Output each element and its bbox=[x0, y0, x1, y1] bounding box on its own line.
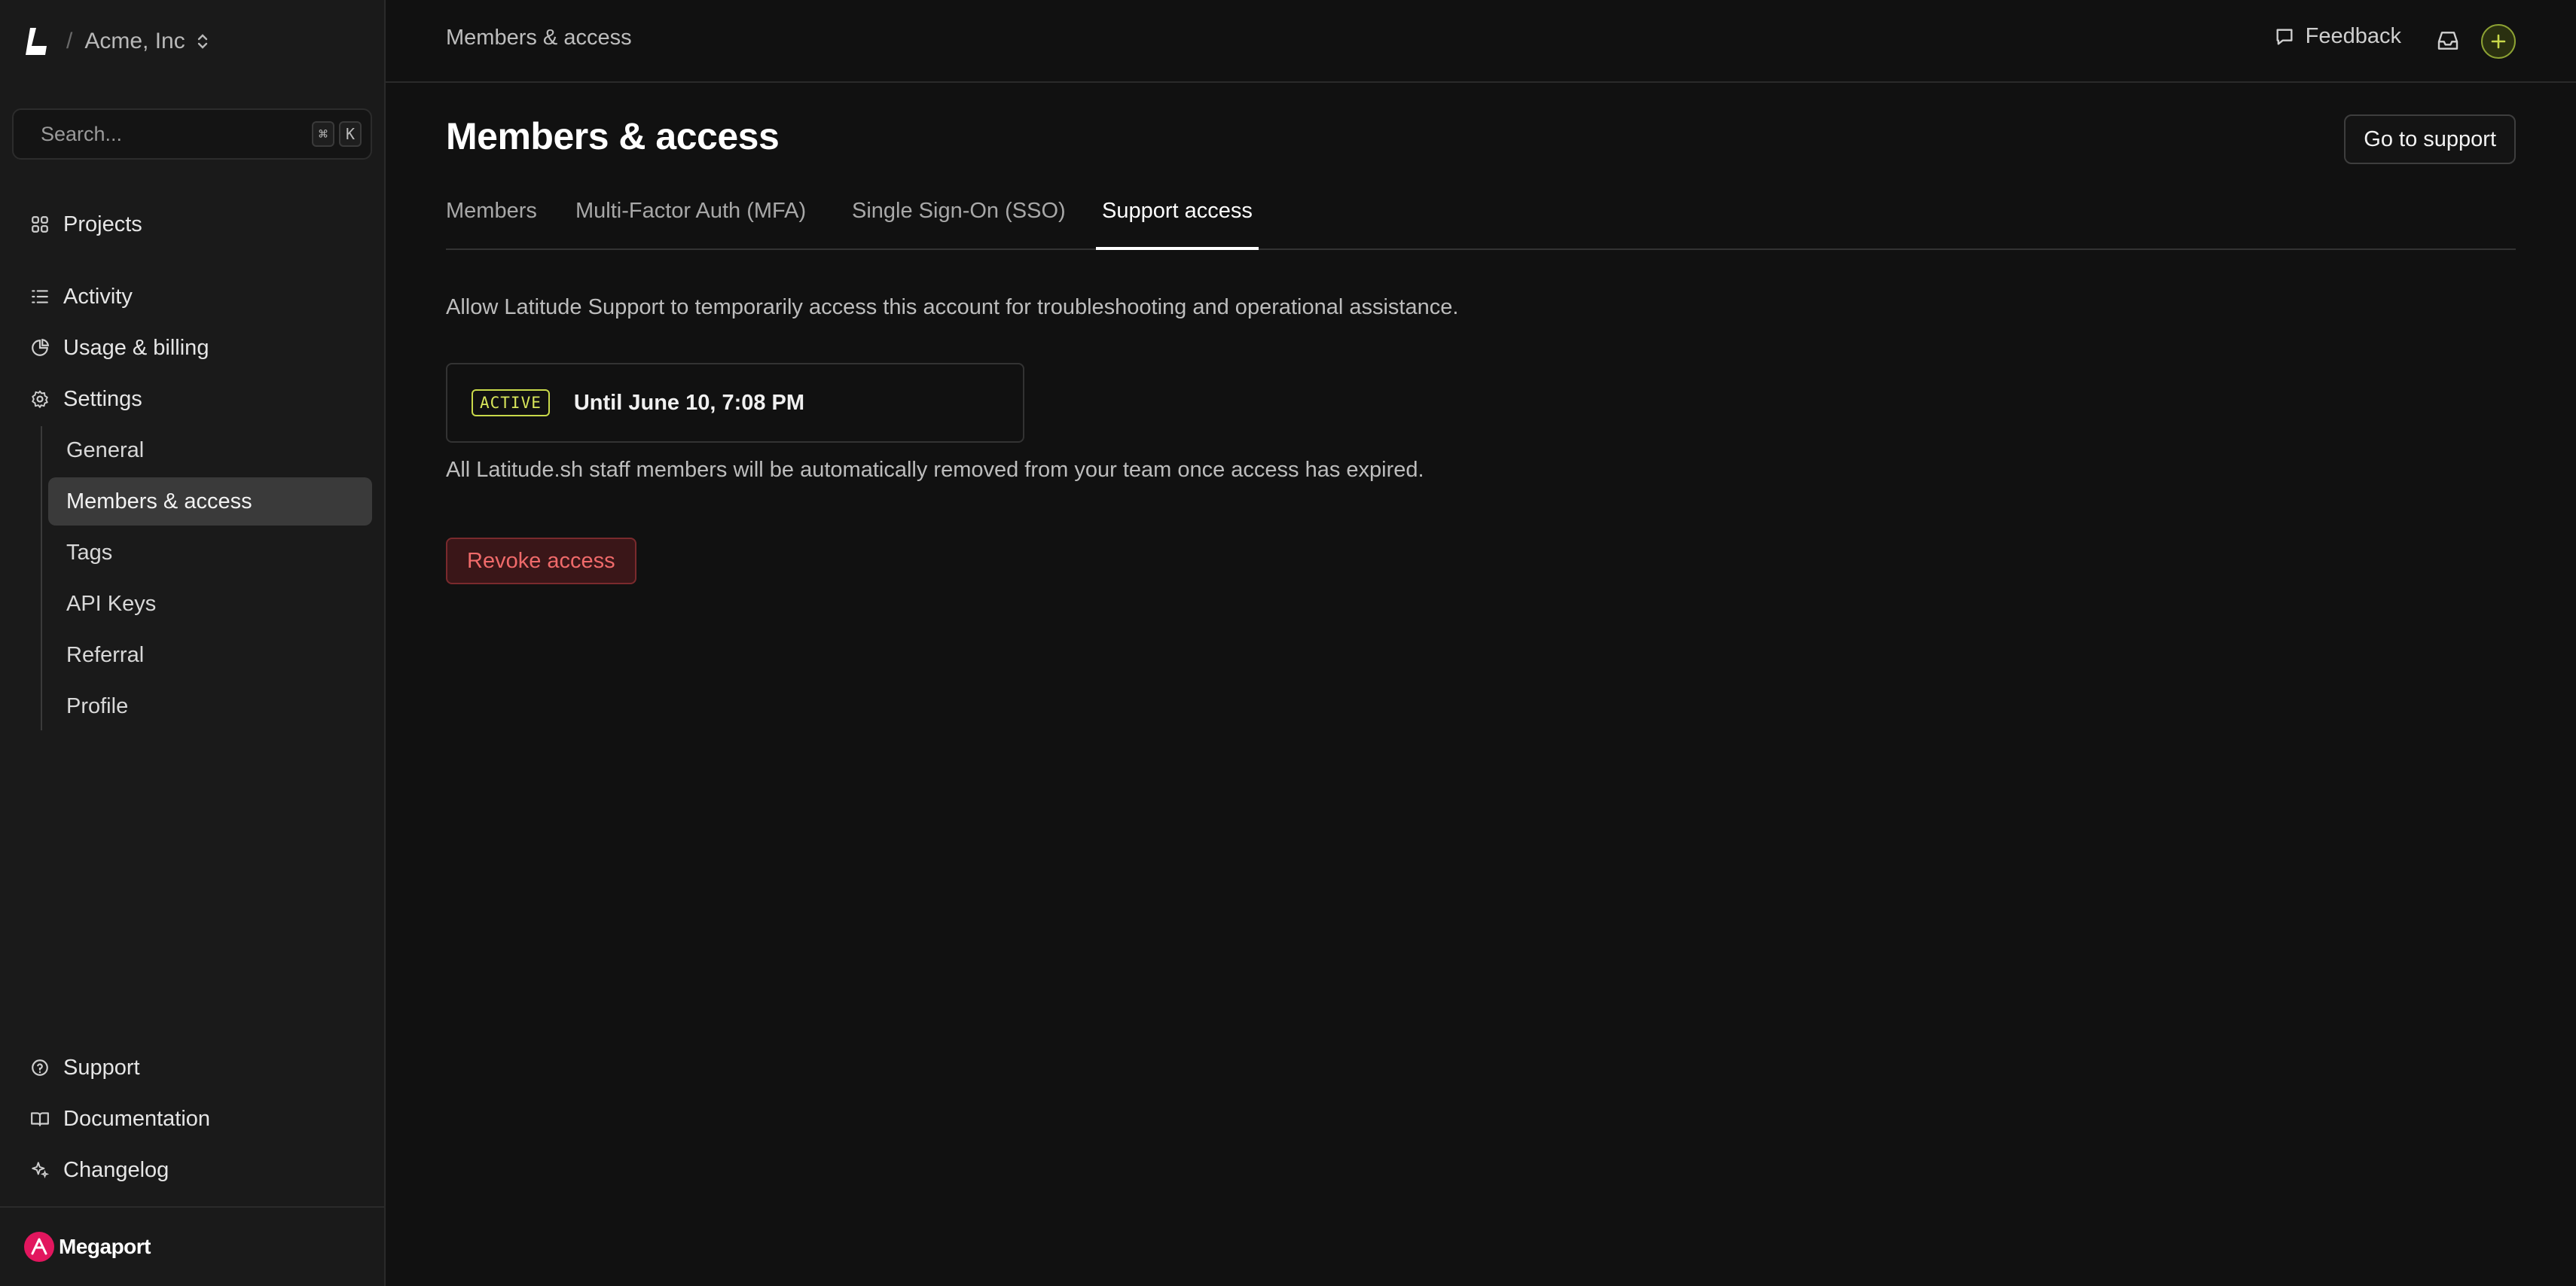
sidebar-item-changelog[interactable]: Changelog bbox=[30, 1152, 169, 1188]
sidebar-item-settings[interactable]: Settings bbox=[30, 381, 142, 417]
tab-mfa[interactable]: Multi-Factor Auth (MFA) bbox=[575, 199, 806, 250]
sidebar: / Acme, Inc ⌘ K Projects Activity bbox=[0, 0, 386, 1286]
partner-name: Megaport bbox=[59, 1235, 151, 1258]
help-circle-icon bbox=[32, 1059, 48, 1076]
sidebar-subitem-referral[interactable]: Referral bbox=[48, 631, 372, 679]
org-switcher-label[interactable]: Acme, Inc bbox=[84, 29, 185, 54]
go-to-support-button[interactable]: Go to support bbox=[2344, 114, 2516, 164]
tab-support-access[interactable]: Support access bbox=[1096, 199, 1259, 250]
sidebar-item-documentation[interactable]: Documentation bbox=[30, 1101, 210, 1137]
brand-row: / Acme, Inc bbox=[24, 23, 209, 60]
sidebar-item-label: Documentation bbox=[63, 1106, 211, 1131]
feedback-label: Feedback bbox=[2305, 24, 2401, 48]
brand-separator: / bbox=[66, 29, 73, 53]
sidebar-subitem-members-access[interactable]: Members & access bbox=[48, 477, 372, 526]
latitude-logo-icon[interactable] bbox=[24, 26, 50, 56]
sidebar-subitem-general[interactable]: General bbox=[48, 426, 372, 474]
plus-icon bbox=[2491, 34, 2506, 49]
sidebar-item-label: Changelog bbox=[63, 1157, 169, 1182]
tab-members[interactable]: Members bbox=[446, 199, 537, 250]
sidebar-item-label: Usage & billing bbox=[63, 335, 209, 360]
search-input[interactable] bbox=[41, 122, 307, 146]
chevron-up-down-icon[interactable] bbox=[196, 32, 209, 51]
shortcut-k-key: K bbox=[339, 121, 362, 147]
sidebar-subitem-api-keys[interactable]: API Keys bbox=[48, 580, 372, 628]
sidebar-subitem-profile[interactable]: Profile bbox=[48, 682, 372, 730]
tab-bar: Members Multi-Factor Auth (MFA) Single S… bbox=[446, 199, 2516, 250]
sparkle-icon bbox=[32, 1162, 50, 1179]
shortcut-mod-key: ⌘ bbox=[312, 121, 334, 147]
sidebar-item-activity[interactable]: Activity bbox=[30, 279, 133, 315]
subitem-label: Members & access bbox=[66, 489, 252, 513]
sidebar-item-support[interactable]: Support bbox=[30, 1050, 140, 1086]
subitem-label: Profile bbox=[66, 693, 129, 718]
gear-icon bbox=[32, 390, 48, 408]
message-icon bbox=[2276, 29, 2293, 44]
list-icon bbox=[32, 290, 48, 303]
sidebar-item-label: Support bbox=[63, 1055, 140, 1080]
sidebar-subitem-tags[interactable]: Tags bbox=[48, 529, 372, 577]
tab-sso[interactable]: Single Sign-On (SSO) bbox=[852, 199, 1066, 250]
sidebar-item-label: Projects bbox=[63, 212, 142, 236]
expiry-note: All Latitude.sh staff members will be au… bbox=[446, 458, 1424, 482]
create-button[interactable] bbox=[2481, 24, 2516, 59]
tab-label: Members bbox=[446, 199, 537, 223]
megaport-logo-icon bbox=[24, 1232, 54, 1262]
subitem-label: API Keys bbox=[66, 591, 157, 616]
subitem-label: Tags bbox=[66, 540, 113, 565]
sidebar-item-label: Activity bbox=[63, 284, 133, 309]
feedback-button[interactable]: Feedback bbox=[2274, 24, 2401, 49]
revoke-access-button[interactable]: Revoke access bbox=[446, 538, 636, 584]
breadcrumb: Members & access bbox=[446, 26, 632, 50]
tab-label: Single Sign-On (SSO) bbox=[852, 199, 1066, 223]
top-bar: Members & access Feedback bbox=[386, 0, 2576, 83]
page-title: Members & access bbox=[446, 115, 780, 157]
sidebar-item-label: Settings bbox=[63, 386, 142, 411]
settings-submenu-rail bbox=[41, 426, 42, 730]
sidebar-item-usage-billing[interactable]: Usage & billing bbox=[30, 330, 209, 366]
partner-footer: Megaport bbox=[0, 1206, 384, 1286]
tab-label: Multi-Factor Auth (MFA) bbox=[575, 199, 807, 223]
search-box[interactable]: ⌘ K bbox=[12, 108, 372, 160]
grid-icon bbox=[32, 216, 48, 233]
book-icon bbox=[31, 1112, 49, 1126]
sidebar-item-projects[interactable]: Projects bbox=[30, 206, 142, 242]
inbox-icon[interactable] bbox=[2436, 29, 2460, 53]
support-access-description: Allow Latitude Support to temporarily ac… bbox=[446, 295, 1459, 319]
tab-label: Support access bbox=[1102, 199, 1253, 223]
pie-chart-icon bbox=[32, 338, 50, 356]
access-status-card: ACTIVE Until June 10, 7:08 PM bbox=[446, 363, 1024, 443]
subitem-label: Referral bbox=[66, 642, 145, 667]
access-expiry: Until June 10, 7:08 PM bbox=[573, 390, 805, 415]
status-badge: ACTIVE bbox=[472, 389, 550, 416]
subitem-label: General bbox=[66, 437, 145, 462]
